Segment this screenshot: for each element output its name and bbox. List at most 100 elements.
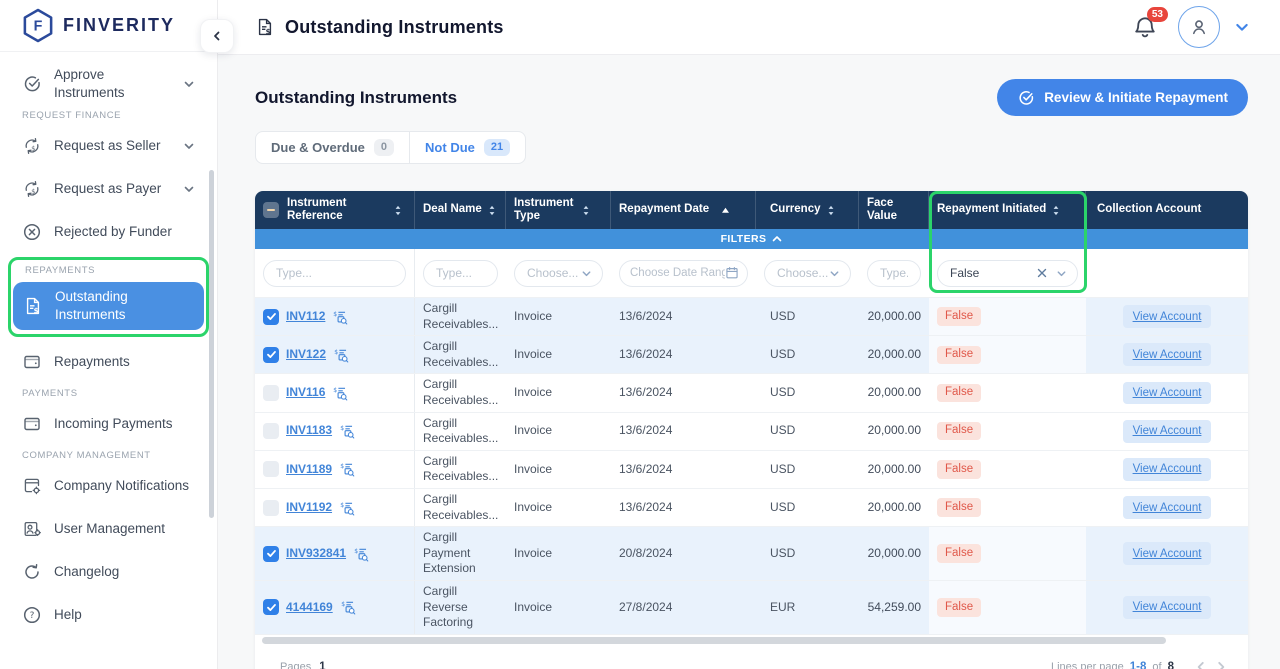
horizontal-scrollbar[interactable] bbox=[255, 637, 1248, 645]
filter-select-currency[interactable]: Choose... bbox=[764, 260, 851, 287]
filter-placeholder: Choose Date Range bbox=[630, 267, 725, 279]
filter-input-face-value[interactable] bbox=[867, 260, 921, 287]
column-header-instrument-type[interactable]: Instrument Type bbox=[506, 191, 611, 229]
view-account-link[interactable]: View Account bbox=[1123, 496, 1212, 519]
instrument-details-icon[interactable]: $ bbox=[339, 423, 355, 439]
row-checkbox[interactable] bbox=[263, 347, 279, 363]
instrument-type-text: Invoice bbox=[514, 546, 552, 562]
view-account-link[interactable]: View Account bbox=[1123, 382, 1212, 405]
view-account-link[interactable]: View Account bbox=[1123, 420, 1212, 443]
instrument-reference-link[interactable]: INV1192 bbox=[286, 500, 332, 516]
sidebar-item-changelog[interactable]: Changelog bbox=[12, 554, 205, 590]
filter-input-deal-name[interactable] bbox=[423, 260, 498, 287]
instrument-details-icon[interactable]: $ bbox=[332, 309, 348, 325]
instrument-reference-link[interactable]: INV932841 bbox=[286, 546, 346, 562]
column-header-deal-name[interactable]: Deal Name bbox=[415, 191, 506, 229]
instrument-type-text: Invoice bbox=[514, 385, 552, 401]
view-account-link[interactable]: View Account bbox=[1123, 596, 1212, 619]
user-avatar[interactable] bbox=[1178, 6, 1220, 48]
sidebar-section-label-payments: PAYMENTS bbox=[22, 388, 205, 400]
sort-icon[interactable] bbox=[394, 204, 402, 217]
instrument-details-icon[interactable]: $ bbox=[339, 461, 355, 477]
filters-toggle[interactable]: FILTERS bbox=[255, 229, 1248, 249]
row-checkbox[interactable] bbox=[263, 546, 279, 562]
column-label: Currency bbox=[770, 203, 821, 216]
instrument-reference-link[interactable]: INV1183 bbox=[286, 423, 332, 439]
instrument-reference-link[interactable]: INV1189 bbox=[286, 462, 332, 478]
notifications-button[interactable]: 53 bbox=[1132, 14, 1158, 40]
row-checkbox[interactable] bbox=[263, 500, 279, 516]
currency-text: USD bbox=[770, 385, 795, 401]
view-account-link[interactable]: View Account bbox=[1123, 542, 1212, 565]
repayment-initiated-badge: False bbox=[937, 498, 981, 517]
instrument-reference-link[interactable]: 4144169 bbox=[286, 600, 333, 616]
instrument-details-icon[interactable]: $ bbox=[353, 546, 369, 562]
instrument-reference-link[interactable]: INV116 bbox=[286, 385, 325, 401]
sidebar-item-repayments[interactable]: Repayments bbox=[12, 344, 205, 380]
filter-placeholder: Choose... bbox=[777, 266, 829, 280]
row-checkbox[interactable] bbox=[263, 423, 279, 439]
sidebar-item-help[interactable]: ?Help bbox=[12, 597, 205, 633]
sidebar-item-rejected-by-funder[interactable]: Rejected by Funder bbox=[12, 214, 205, 250]
sidebar-scrollbar[interactable] bbox=[209, 170, 214, 518]
finverity-logo[interactable]: F FINVERITY bbox=[0, 0, 217, 52]
row-checkbox[interactable] bbox=[263, 599, 279, 615]
cell-deal-name: Cargill Reverse Factoring bbox=[415, 581, 506, 634]
cell-repayment-date: 13/6/2024 bbox=[611, 451, 756, 488]
previous-page-button[interactable] bbox=[1194, 660, 1208, 669]
clear-filter-icon[interactable] bbox=[1037, 268, 1047, 278]
column-header-repayment-date[interactable]: Repayment Date bbox=[611, 191, 756, 229]
sort-icon[interactable] bbox=[827, 204, 835, 217]
instrument-reference-link[interactable]: INV122 bbox=[286, 347, 326, 363]
filter-input-reference[interactable] bbox=[263, 260, 406, 287]
view-account-link[interactable]: View Account bbox=[1123, 305, 1212, 328]
cell-deal-name: Cargill Receivables... bbox=[415, 374, 506, 411]
sidebar-item-incoming-payments[interactable]: Incoming Payments bbox=[12, 406, 205, 442]
review-initiate-repayment-button[interactable]: Review & Initiate Repayment bbox=[997, 79, 1248, 116]
sidebar-item-company-notifications[interactable]: Company Notifications bbox=[12, 468, 205, 504]
instrument-details-icon[interactable]: $ bbox=[340, 599, 356, 615]
instrument-reference-link[interactable]: INV112 bbox=[286, 309, 325, 325]
sidebar-collapse-button[interactable] bbox=[200, 19, 234, 53]
tab-not-due[interactable]: Not Due21 bbox=[410, 132, 525, 163]
filter-select-instrument-type[interactable]: Choose... bbox=[514, 260, 603, 287]
filter-select-repayment-initiated[interactable]: False bbox=[937, 260, 1078, 287]
sort-icon[interactable] bbox=[1052, 204, 1060, 217]
sidebar-item-request-as-payer[interactable]: $Request as Payer bbox=[12, 171, 205, 207]
column-header-currency[interactable]: Currency bbox=[756, 191, 859, 229]
table-row: INV116$Cargill Receivables...Invoice13/6… bbox=[255, 374, 1248, 412]
column-header-repayment-initiated[interactable]: Repayment Initiated bbox=[929, 191, 1086, 229]
sort-icon[interactable] bbox=[582, 204, 590, 217]
cell-repayment-date: 13/6/2024 bbox=[611, 336, 756, 373]
user-menu-chevron-icon[interactable] bbox=[1234, 19, 1250, 35]
select-all-checkbox[interactable] bbox=[263, 202, 279, 218]
instrument-details-icon[interactable]: $ bbox=[333, 347, 349, 363]
sort-icon[interactable] bbox=[488, 204, 496, 217]
row-checkbox[interactable] bbox=[263, 461, 279, 477]
sort-ascending-icon[interactable] bbox=[721, 207, 730, 214]
deal-name-text: Cargill Receivables... bbox=[423, 416, 498, 447]
chevron-down-icon bbox=[1056, 268, 1067, 279]
filter-cell-reference bbox=[255, 249, 415, 297]
next-page-button[interactable] bbox=[1214, 660, 1228, 669]
column-header-reference[interactable]: Instrument Reference bbox=[255, 191, 415, 229]
sidebar-item-label: Outstanding Instruments bbox=[55, 288, 165, 323]
sidebar-item-outstanding-instruments[interactable]: $Outstanding Instruments bbox=[13, 282, 204, 330]
view-account-link[interactable]: View Account bbox=[1123, 343, 1212, 366]
filter-daterange-repayment-date[interactable]: Choose Date Range bbox=[619, 260, 748, 287]
repayment-date-text: 13/6/2024 bbox=[619, 500, 672, 516]
finverity-logo-icon: F bbox=[22, 8, 54, 43]
view-account-link[interactable]: View Account bbox=[1123, 458, 1212, 481]
row-checkbox[interactable] bbox=[263, 385, 279, 401]
row-checkbox[interactable] bbox=[263, 309, 279, 325]
tab-due-overdue[interactable]: Due & Overdue0 bbox=[256, 132, 410, 163]
sidebar-item-user-management[interactable]: User Management bbox=[12, 511, 205, 547]
notification-badge: 53 bbox=[1147, 7, 1168, 22]
sidebar-item-request-as-seller[interactable]: $Request as Seller bbox=[12, 128, 205, 164]
deal-name-text: Cargill Reverse Factoring bbox=[423, 584, 498, 631]
horizontal-scrollbar-thumb[interactable] bbox=[262, 637, 1166, 644]
sidebar-item-approve-instruments[interactable]: Approve Instruments bbox=[12, 66, 205, 102]
instrument-details-icon[interactable]: $ bbox=[332, 385, 348, 401]
instrument-details-icon[interactable]: $ bbox=[339, 500, 355, 516]
sidebar-section-label-repayments: REPAYMENTS bbox=[25, 265, 204, 277]
